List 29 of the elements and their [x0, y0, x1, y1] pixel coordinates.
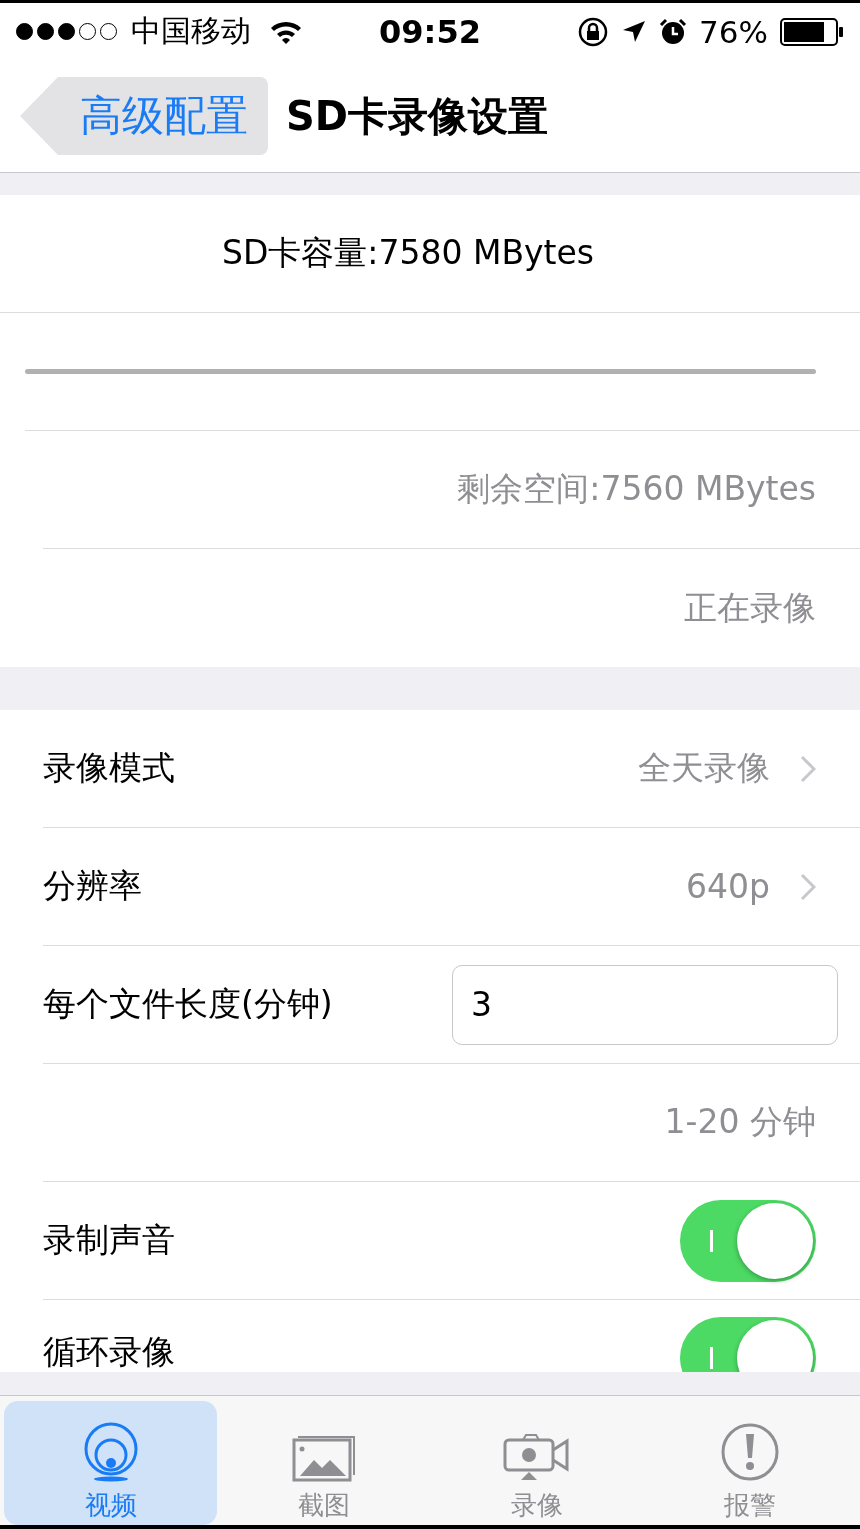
alarm-clock-icon — [659, 17, 688, 46]
capacity-text: SD卡容量:7580 MBytes — [222, 232, 594, 274]
setting-label: 分辨率 — [43, 865, 143, 907]
tab[interactable]: 视频 — [4, 1401, 217, 1525]
battery-percent: 76% — [699, 13, 768, 50]
battery-icon — [780, 17, 844, 46]
tab[interactable]: 报警 — [643, 1401, 856, 1525]
setting-label: 每个文件长度(分钟) — [43, 983, 334, 1025]
recording-status: 正在录像 — [684, 586, 816, 629]
chevron-icon — [800, 872, 816, 901]
video-camera-icon — [502, 1432, 571, 1482]
chevron-icon — [800, 754, 816, 783]
page-title: SD卡录像设置 — [286, 91, 548, 141]
remaining-space-text: 剩余空间:7560 MBytes — [457, 468, 816, 510]
warning-icon — [719, 1422, 780, 1482]
setting-label: 录像模式 — [43, 747, 176, 789]
setting-label: 录制声音 — [43, 1219, 176, 1261]
tab[interactable]: 截图 — [217, 1401, 430, 1525]
tab[interactable]: 录像 — [430, 1401, 643, 1525]
setting-value[interactable]: 640p — [686, 867, 770, 906]
rotation-lock-icon — [577, 15, 610, 48]
input-field[interactable]: 3 — [452, 964, 838, 1045]
setting-label: 循环录像 — [43, 1331, 176, 1372]
hint-text: 1-20 分钟 — [664, 1101, 816, 1143]
carrier-name: 中国移动 — [131, 12, 251, 50]
setting-value[interactable]: 全天录像 — [638, 746, 770, 791]
clock-time: 09:52 — [379, 12, 481, 51]
back-button[interactable]: 高级配置 — [20, 77, 268, 155]
image-icon — [291, 1434, 356, 1482]
